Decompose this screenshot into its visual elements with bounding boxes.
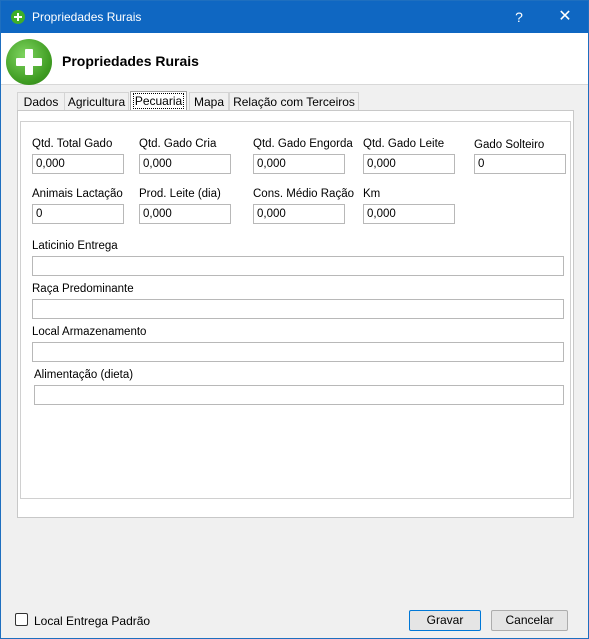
laticinio-entrega-label: Laticinio Entrega (32, 240, 118, 252)
help-button[interactable]: ? (497, 1, 541, 33)
tab-mapa[interactable]: Mapa (189, 92, 229, 110)
raca-predominante-label: Raça Predominante (32, 283, 134, 295)
local-armazenamento-input[interactable] (32, 342, 564, 362)
animais-lactacao-label: Animais Lactação (32, 188, 123, 200)
raca-predominante-input[interactable] (32, 299, 564, 319)
qtd-gado-leite-label: Qtd. Gado Leite (363, 138, 445, 150)
gado-solteiro-input[interactable] (474, 154, 566, 174)
prod-leite-input[interactable] (139, 204, 231, 224)
alimentacao-input[interactable] (34, 385, 564, 405)
gado-solteiro-label: Gado Solteiro (474, 139, 545, 151)
qtd-gado-engorda-input[interactable] (253, 154, 345, 174)
km-input[interactable] (363, 204, 455, 224)
tab-relacao-terceiros[interactable]: Relação com Terceiros (229, 92, 359, 110)
tab-agricultura[interactable]: Agricultura (64, 92, 129, 110)
km-label: Km (363, 188, 381, 200)
title-bar: Propriedades Rurais ? ✕ (1, 1, 588, 33)
qtd-gado-leite-input[interactable] (363, 154, 455, 174)
plus-circle-icon (6, 39, 52, 85)
save-button[interactable]: Gravar (409, 610, 481, 631)
tab-dados[interactable]: Dados (17, 92, 65, 110)
close-button[interactable]: ✕ (543, 1, 587, 33)
cons-medio-racao-label: Cons. Médio Ração (253, 188, 354, 200)
laticinio-entrega-input[interactable] (32, 256, 564, 276)
prod-leite-label: Prod. Leite (dia) (139, 188, 221, 200)
cons-medio-racao-input[interactable] (253, 204, 345, 224)
tab-pecuaria[interactable]: Pecuaria (130, 91, 187, 111)
qtd-total-gado-input[interactable] (32, 154, 124, 174)
local-entrega-padrao-label: Local Entrega Padrão (34, 614, 151, 628)
qtd-gado-cria-input[interactable] (139, 154, 231, 174)
qtd-gado-engorda-label: Qtd. Gado Engorda (253, 138, 353, 150)
window-title: Propriedades Rurais (32, 10, 142, 24)
plus-circle-icon (11, 10, 25, 24)
page-title: Propriedades Rurais (62, 53, 199, 69)
cancel-button[interactable]: Cancelar (491, 610, 568, 631)
alimentacao-label: Alimentação (dieta) (34, 369, 134, 381)
dialog-window: Propriedades Rurais ? ✕ Propriedades Rur… (0, 0, 589, 639)
local-entrega-padrao-checkbox[interactable] (15, 613, 28, 626)
qtd-gado-cria-label: Qtd. Gado Cria (139, 138, 217, 150)
dialog-header: Propriedades Rurais (1, 33, 588, 85)
qtd-total-gado-label: Qtd. Total Gado (32, 138, 113, 150)
local-armazenamento-label: Local Armazenamento (32, 326, 147, 338)
animais-lactacao-input[interactable] (32, 204, 124, 224)
